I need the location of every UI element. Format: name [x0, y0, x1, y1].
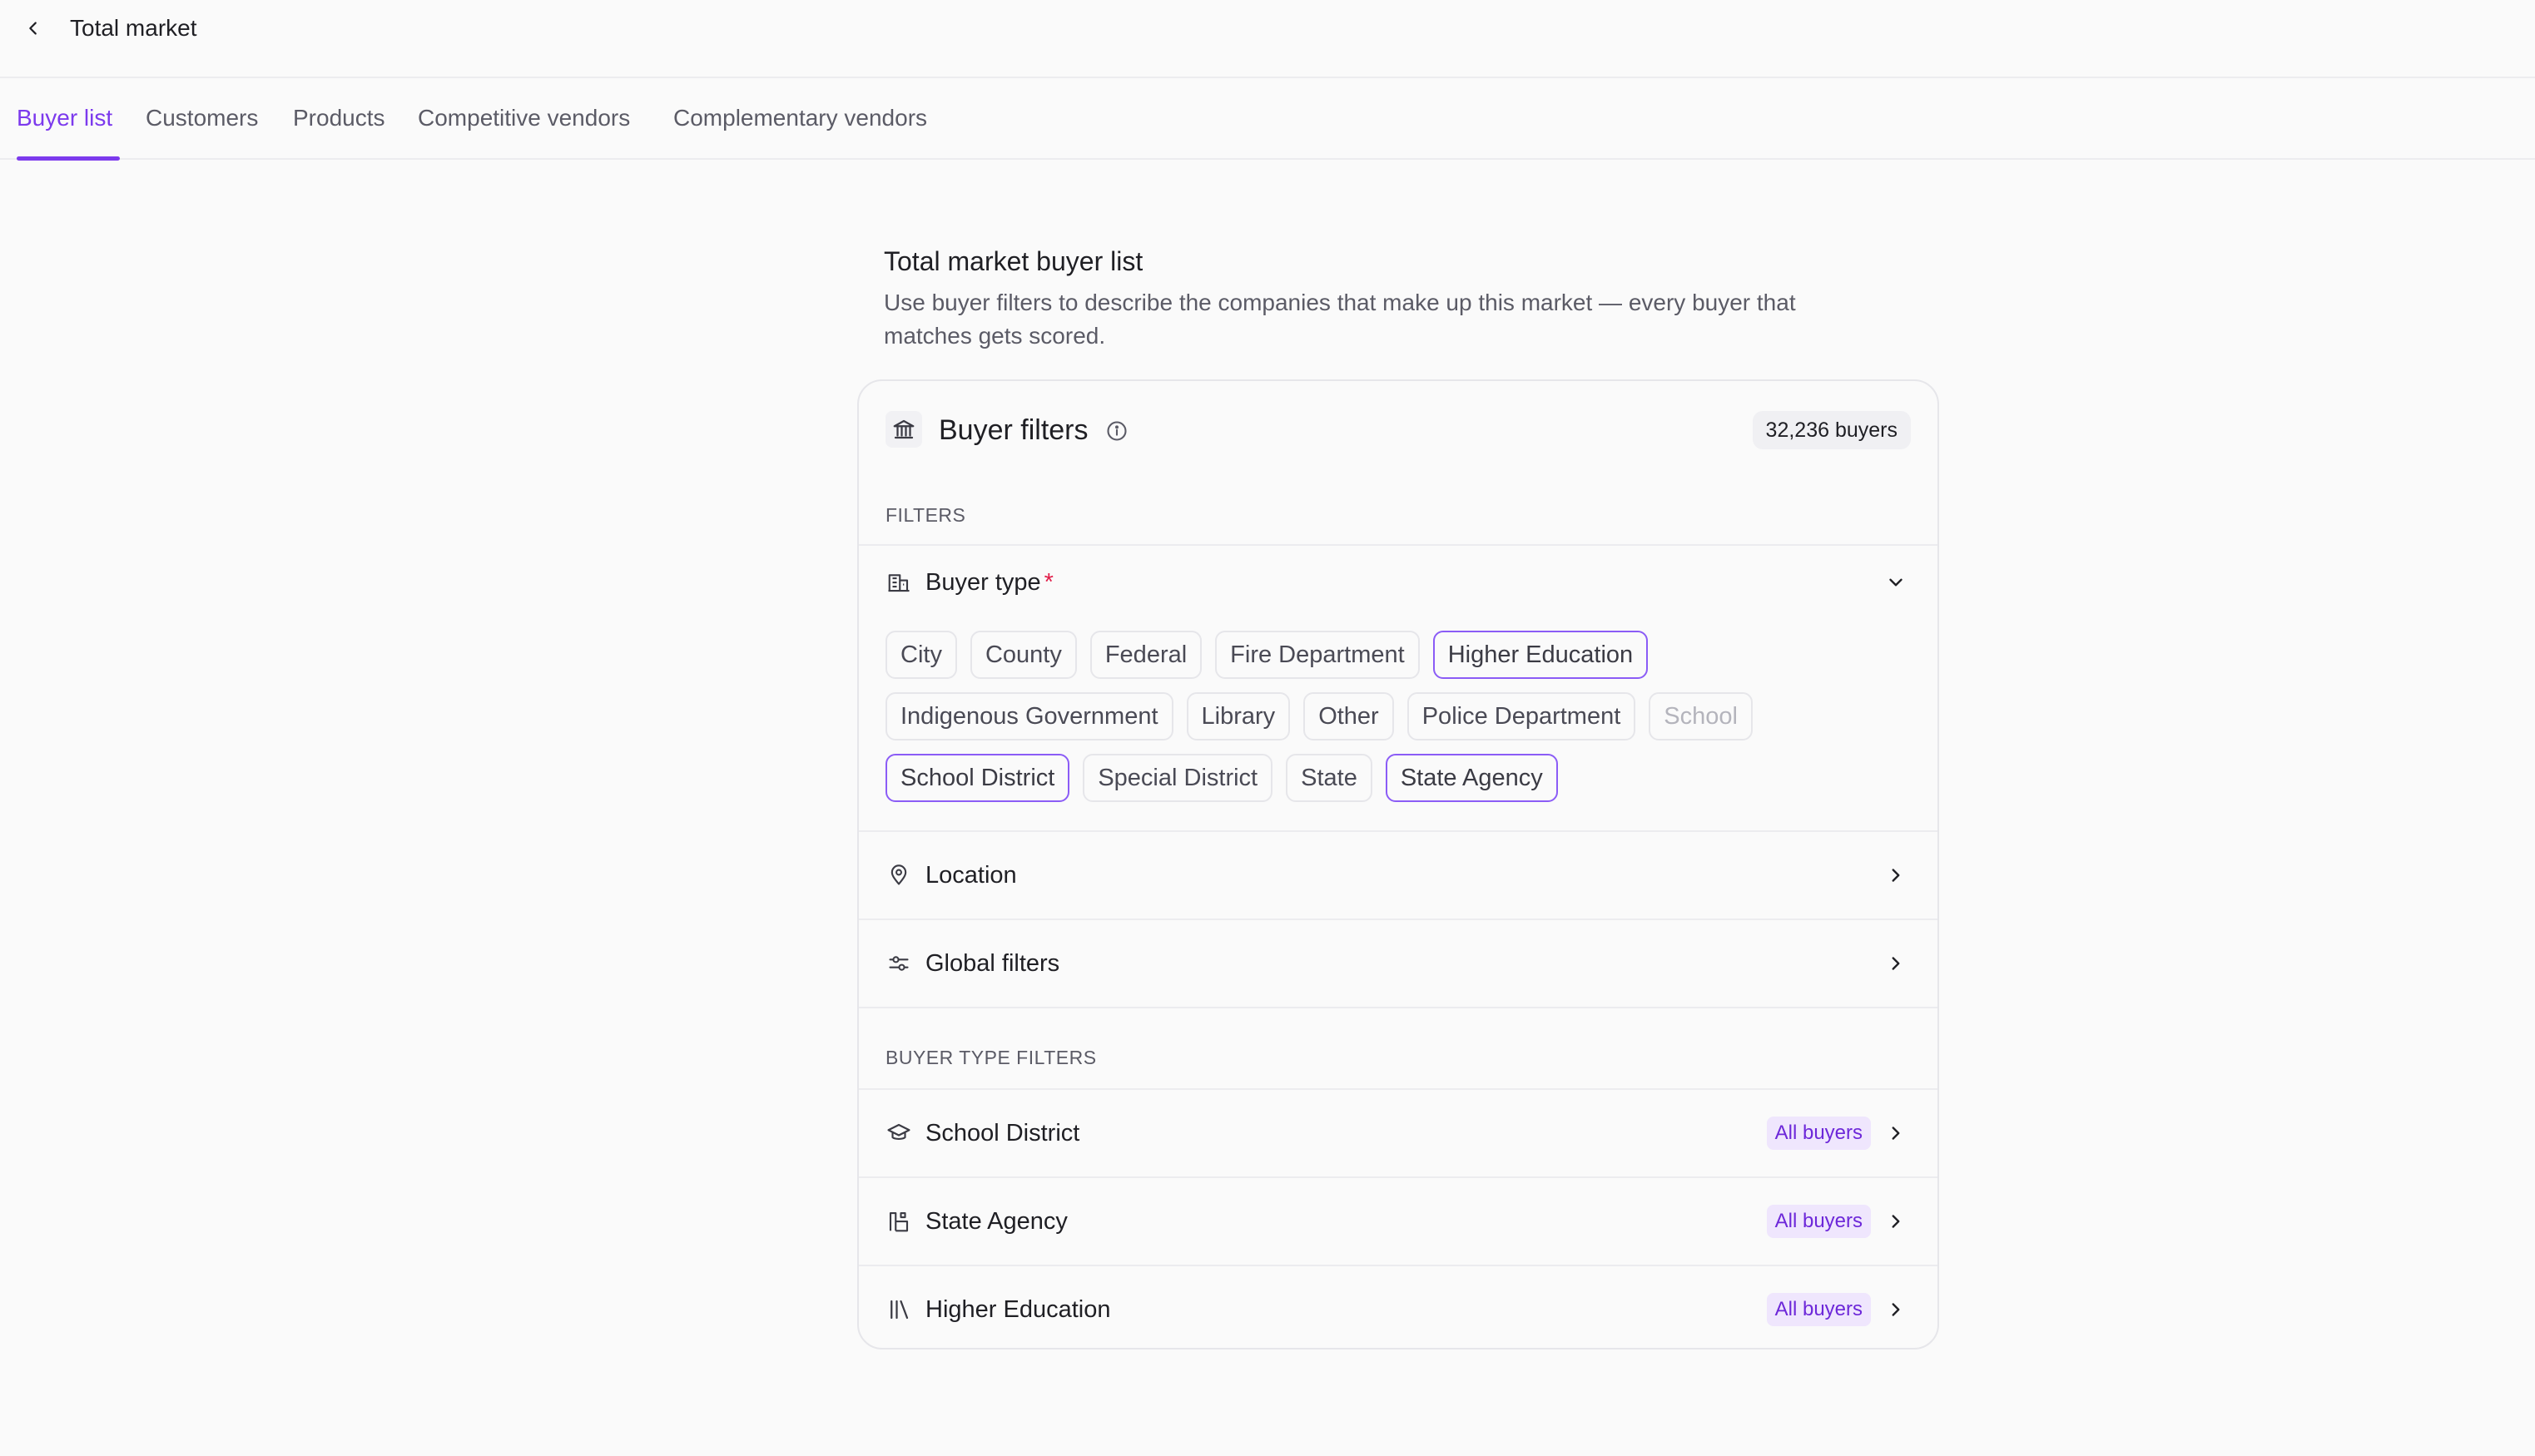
- buyer-type-chip-higher-education[interactable]: Higher Education: [1432, 631, 1649, 679]
- state-agency-filter-row[interactable]: State Agency All buyers: [859, 1178, 1937, 1265]
- tab-customers[interactable]: Customers: [146, 103, 258, 133]
- graduation-cap-icon: [886, 1120, 912, 1146]
- higher-education-filter-row[interactable]: Higher Education All buyers: [859, 1266, 1937, 1348]
- filter-row-label: State Agency: [925, 1208, 1068, 1235]
- buyer-type-chip-federal[interactable]: Federal: [1089, 631, 1203, 679]
- buyer-type-chip-police-department[interactable]: Police Department: [1406, 692, 1636, 740]
- page-title: Total market: [70, 15, 197, 41]
- buyer-filters-card: Buyer filters 32,236 buyers FILTERS Buye…: [857, 379, 1939, 1350]
- chip-row: Indigenous Government Library Other Police …: [886, 692, 1917, 740]
- tab-bar: Buyer list Customers Products Competitiv…: [0, 78, 2535, 161]
- top-bar: Total market: [0, 0, 2535, 78]
- chevron-left-icon: [24, 19, 42, 37]
- filter-row-label: School District: [925, 1120, 1080, 1146]
- buyer-type-chip-school: School: [1649, 692, 1753, 740]
- school-district-filter-row[interactable]: School District All buyers: [859, 1090, 1937, 1176]
- back-button[interactable]: [18, 13, 48, 43]
- buyer-type-label: Buyer type *: [925, 567, 1054, 597]
- all-buyers-badge: All buyers: [1766, 1117, 1871, 1150]
- info-icon[interactable]: [1104, 418, 1130, 444]
- global-filters-label: Global filters: [925, 950, 1060, 977]
- bank-icon: [886, 411, 922, 448]
- all-buyers-badge: All buyers: [1766, 1293, 1871, 1326]
- tab-buyer-list[interactable]: Buyer list: [17, 103, 112, 133]
- section-description: Use buyer filters to describe the compan…: [884, 290, 1796, 349]
- chip-row: School District Special District State Stat…: [886, 754, 1917, 802]
- buyer-type-chip-county[interactable]: County: [970, 631, 1077, 679]
- buyer-type-chip-state-agency[interactable]: State Agency: [1385, 754, 1558, 802]
- buyer-type-chip-special-district[interactable]: Special District: [1083, 754, 1273, 802]
- buyer-type-chip-other[interactable]: Other: [1303, 692, 1394, 740]
- location-label: Location: [925, 862, 1017, 889]
- location-row[interactable]: Location: [859, 832, 1937, 919]
- map-pin-icon: [886, 862, 912, 889]
- buyer-type-chip-library[interactable]: Library: [1186, 692, 1291, 740]
- filters-section-label: FILTERS: [886, 504, 966, 526]
- filter-row-label: Higher Education: [925, 1296, 1111, 1323]
- buyer-type-filters-label: BUYER TYPE FILTERS: [886, 1047, 1097, 1068]
- sliders-icon: [886, 950, 912, 977]
- buyer-type-chip-city[interactable]: City: [886, 631, 957, 679]
- buyer-type-text: Buyer type: [925, 569, 1041, 596]
- tab-complementary-vendors[interactable]: Complementary vendors: [673, 103, 927, 133]
- chevron-right-icon: [1883, 1208, 1909, 1235]
- buildings-icon: [886, 569, 912, 596]
- buyer-type-chips: City County Federal Fire Department Higher E…: [886, 631, 1917, 815]
- all-buyers-badge: All buyers: [1766, 1205, 1871, 1238]
- tab-products[interactable]: Products: [293, 103, 385, 133]
- chip-row: City County Federal Fire Department Higher E…: [886, 631, 1917, 679]
- chevron-right-icon: [1883, 1120, 1909, 1146]
- buyer-count-badge: 32,236 buyers: [1752, 411, 1911, 449]
- buyer-type-chip-school-district[interactable]: School District: [886, 754, 1070, 802]
- card-title: Buyer filters: [939, 414, 1089, 446]
- section-title: Total market buyer list: [884, 246, 1143, 276]
- buyer-type-chip-state[interactable]: State: [1286, 754, 1372, 802]
- buyer-type-toggle[interactable]: Buyer type *: [859, 544, 1937, 624]
- agency-icon: [886, 1208, 912, 1235]
- chevron-right-icon: [1883, 862, 1909, 889]
- buyer-type-chip-indigenous-government[interactable]: Indigenous Government: [886, 692, 1173, 740]
- buyer-type-chip-fire-department[interactable]: Fire Department: [1215, 631, 1420, 679]
- chevron-right-icon: [1883, 950, 1909, 977]
- chevron-right-icon: [1883, 1296, 1909, 1323]
- required-mark: *: [1044, 569, 1054, 596]
- tab-competitive-vendors[interactable]: Competitive vendors: [418, 103, 630, 133]
- library-icon: [886, 1296, 912, 1323]
- chevron-down-icon: [1883, 569, 1909, 596]
- active-tab-indicator: [17, 156, 120, 161]
- divider: [859, 1007, 1937, 1008]
- global-filters-row[interactable]: Global filters: [859, 920, 1937, 1007]
